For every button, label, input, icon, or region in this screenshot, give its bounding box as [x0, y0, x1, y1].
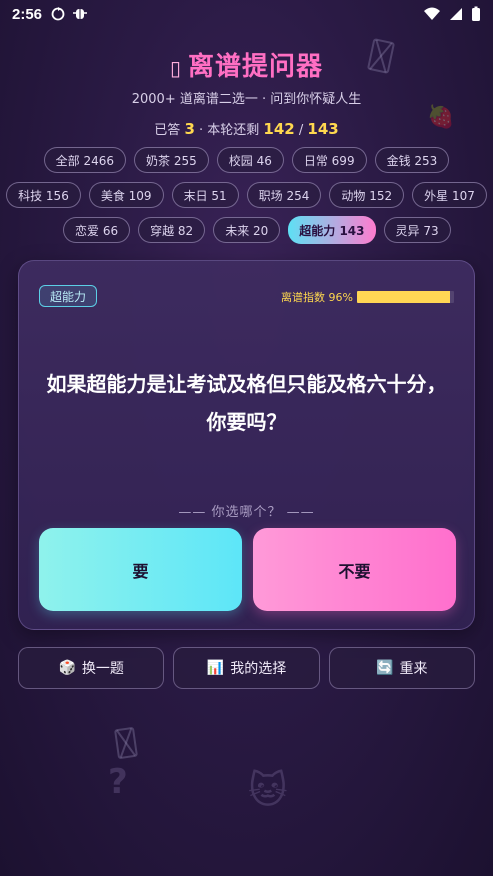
- restart-label: 重来: [399, 661, 428, 677]
- progress-stats: 已答 3 · 本轮还剩 142 / 143: [0, 119, 493, 138]
- next-question-button[interactable]: 🎲 换一题: [18, 647, 165, 689]
- card-doodle-icon: [114, 726, 138, 760]
- answered-label: 已答: [154, 123, 181, 138]
- choice-hint: —— 你选哪个？ ——: [178, 505, 315, 520]
- answered-count: 3: [184, 120, 195, 138]
- absurdity-index-bar: [357, 291, 454, 303]
- absurdity-index: 离谱指数 96%: [281, 289, 454, 305]
- category-chip-aliens[interactable]: 外星 107: [412, 182, 487, 208]
- signal-icon: [450, 8, 462, 20]
- category-chip-all[interactable]: 全部 2466: [43, 147, 127, 173]
- sync-icon: [51, 7, 65, 21]
- category-chip-superpower[interactable]: 超能力 143: [288, 216, 376, 244]
- category-chip-money[interactable]: 金钱 253: [374, 147, 450, 173]
- category-chip-food[interactable]: 美食 109: [88, 182, 164, 208]
- chip-row: 恋爱 66 穿越 82 未来 20 超能力 143 灵异 73: [0, 216, 493, 244]
- category-chip-time-travel[interactable]: 穿越 82: [138, 217, 206, 243]
- category-chip-supernatural[interactable]: 灵异 73: [383, 217, 451, 243]
- my-choices-button[interactable]: 📊 我的选择: [173, 647, 320, 689]
- title-icon: ▯: [169, 56, 182, 80]
- battery-icon: [472, 6, 480, 21]
- category-chips: 全部 2466 奶茶 255 校园 46 日常 699 金钱 253 科技 15…: [0, 147, 493, 253]
- dice-icon: 🎲: [58, 660, 76, 676]
- next-question-label: 换一题: [81, 661, 124, 677]
- my-choices-label: 我的选择: [230, 661, 287, 677]
- category-chip-daily[interactable]: 日常 699: [291, 147, 367, 173]
- category-chip-doomsday[interactable]: 末日 51: [171, 182, 239, 208]
- wifi-icon: [424, 7, 440, 20]
- title-text: 离谱提问器: [188, 52, 324, 82]
- cat-doodle-icon: 🐱: [248, 768, 288, 812]
- category-chip-future[interactable]: 未来 20: [213, 217, 281, 243]
- status-bar: 2:56: [0, 0, 493, 28]
- total-count: 143: [307, 120, 339, 138]
- option-a-button[interactable]: 要: [39, 528, 242, 611]
- refresh-icon: 🔄: [376, 660, 394, 676]
- status-left-icons: [50, 6, 88, 22]
- category-chip-love[interactable]: 恋爱 66: [63, 217, 131, 243]
- subtitle: 2000+ 道离谱二选一 · 问到你怀疑人生: [131, 92, 362, 107]
- category-tag: 超能力: [39, 285, 98, 307]
- status-right-icons: [423, 6, 481, 22]
- remaining-count: 142: [263, 120, 295, 138]
- chip-row: 全部 2466 奶茶 255 校园 46 日常 699 金钱 253: [0, 147, 493, 173]
- category-chip-animals[interactable]: 动物 152: [329, 182, 405, 208]
- category-chip-milk-tea[interactable]: 奶茶 255: [134, 147, 209, 173]
- bar-chart-icon: 📊: [206, 660, 225, 676]
- absurdity-index-fill: [357, 291, 451, 303]
- bug-icon: [73, 9, 88, 19]
- stats-separator: /: [298, 123, 304, 138]
- restart-button[interactable]: 🔄 重来: [328, 647, 475, 689]
- question-text: 如果超能力是让考试及格但只能及格六十分，你要吗？: [46, 372, 447, 434]
- remaining-label: · 本轮还剩: [199, 123, 260, 138]
- action-bar: 🎲 换一题 📊 我的选择 🔄 重来: [18, 647, 475, 689]
- category-chip-campus[interactable]: 校园 46: [216, 147, 284, 173]
- category-chip-workplace[interactable]: 职场 254: [246, 182, 322, 208]
- question-mark-doodle-icon: ?: [108, 762, 128, 802]
- status-time: 2:56: [12, 5, 43, 23]
- page-title: ▯ 离谱提问器: [0, 46, 493, 83]
- absurdity-index-label: 离谱指数 96%: [281, 291, 353, 304]
- option-b-button[interactable]: 不要: [253, 528, 456, 611]
- question-card: 超能力 离谱指数 96% 如果超能力是让考试及格但只能及格六十分，你要吗？ ——…: [18, 260, 475, 630]
- chip-row: 科技 156 美食 109 末日 51 职场 254 动物 152 外星 107: [0, 182, 493, 208]
- category-chip-tech[interactable]: 科技 156: [6, 182, 81, 208]
